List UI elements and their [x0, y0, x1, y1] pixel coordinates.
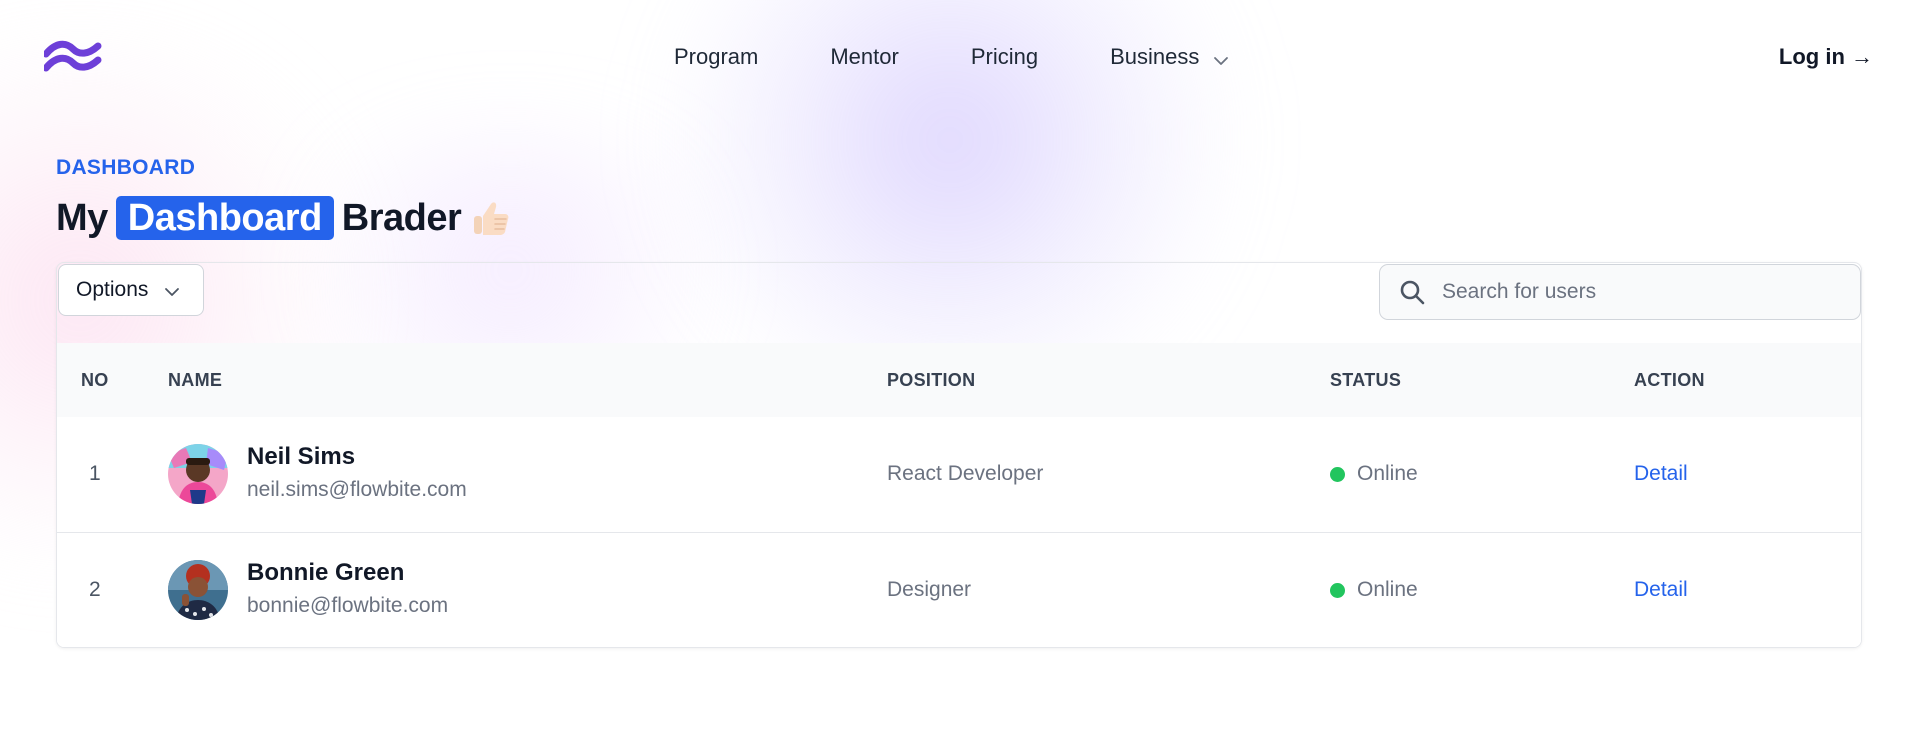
nav-item-mentor[interactable]: Mentor	[830, 44, 898, 70]
online-dot-icon	[1330, 582, 1345, 598]
page-title: My Dashboard Brader	[56, 196, 511, 240]
title-highlight: Dashboard	[115, 196, 334, 240]
status-badge: Online	[1330, 578, 1418, 602]
users-table-card: Options NO NAME POSITION STATUS ACTION 1	[56, 262, 1862, 648]
avatar	[168, 560, 228, 620]
thumbs-up-emoji-icon	[471, 198, 511, 238]
user-email: neil.sims@flowbite.com	[247, 478, 467, 501]
search-box	[1379, 264, 1861, 320]
online-dot-icon	[1330, 466, 1345, 482]
options-dropdown-button[interactable]: Options	[58, 264, 204, 316]
search-icon	[1398, 278, 1426, 306]
user-email: bonnie@flowbite.com	[247, 594, 449, 617]
title-suffix: Brader	[341, 196, 462, 239]
col-header-no: NO	[81, 370, 109, 390]
col-header-name: NAME	[168, 370, 223, 390]
status-label: Online	[1357, 462, 1418, 485]
col-header-position: POSITION	[887, 370, 976, 390]
nav-item-label: Pricing	[970, 44, 1039, 69]
col-header-action: ACTION	[1634, 370, 1705, 390]
chevron-down-icon	[164, 282, 180, 298]
detail-link[interactable]: Detail	[1634, 462, 1688, 486]
page-eyebrow: DASHBOARD	[56, 156, 196, 179]
nav-item-pricing[interactable]: Pricing	[971, 44, 1038, 70]
top-navbar: Program Mentor Pricing Business Log in →	[0, 0, 1909, 112]
nav-item-business[interactable]: Business	[1110, 44, 1229, 70]
user-name: Bonnie Green	[247, 559, 405, 586]
chevron-down-icon	[1213, 49, 1229, 65]
avatar	[168, 444, 228, 504]
nav-item-program[interactable]: Program	[674, 44, 758, 70]
nav-item-label: Mentor	[830, 44, 899, 69]
user-name: Neil Sims	[247, 443, 356, 470]
detail-link[interactable]: Detail	[1634, 578, 1688, 602]
col-header-status: STATUS	[1330, 370, 1402, 390]
table-row: 1 Neil Sims neil.sims@flowbite.com React…	[57, 417, 1861, 533]
options-label: Options	[76, 278, 149, 301]
nav-item-label: Program	[674, 44, 759, 69]
status-label: Online	[1357, 578, 1418, 601]
status-badge: Online	[1330, 462, 1418, 486]
table-row: 2 Bonnie Green bonnie@flowbite.com Desig…	[57, 533, 1861, 647]
table-header: NO NAME POSITION STATUS ACTION	[57, 343, 1861, 417]
user-position: React Developer	[887, 462, 1044, 485]
title-prefix: My	[56, 196, 108, 239]
user-position: Designer	[887, 578, 972, 601]
main-nav: Program Mentor Pricing Business	[674, 44, 1229, 70]
login-link[interactable]: Log in →	[1779, 44, 1873, 70]
search-input[interactable]	[1440, 279, 1844, 305]
row-number: 1	[89, 462, 101, 485]
nav-item-label: Business	[1110, 44, 1200, 69]
table-toolbar: Options	[57, 263, 1861, 343]
row-number: 2	[89, 578, 101, 601]
wave-logo-icon[interactable]	[42, 38, 102, 76]
